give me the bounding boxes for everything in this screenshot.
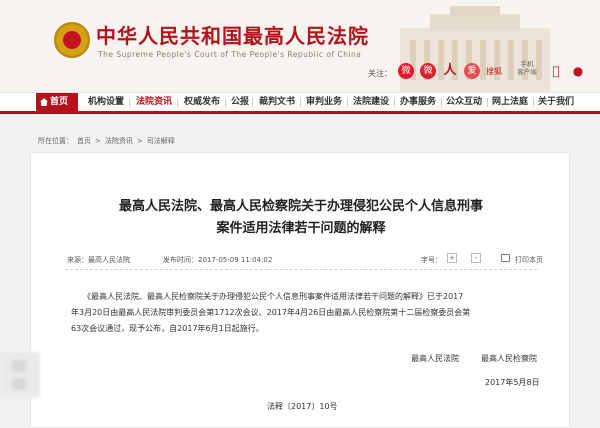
- font-decrease-button[interactable]: -: [471, 253, 481, 263]
- breadcrumb-location-label: 所在位置：: [38, 137, 73, 145]
- article-source: 来源：最高人民法院: [67, 256, 130, 264]
- signatory-procuratorate: 最高人民检察院: [481, 354, 537, 363]
- nav-home[interactable]: 首页: [36, 93, 78, 112]
- sohu-link[interactable]: 搜狐: [486, 67, 502, 77]
- font-size-label: 字号：: [421, 256, 442, 264]
- nav-trial-business[interactable]: 审判业务: [306, 93, 342, 112]
- mobile-client-label: 手机 客户端: [517, 60, 537, 76]
- weibo-icon[interactable]: 微: [398, 63, 414, 79]
- main-nav: 首页 机构设置 法院资讯 权威发布 公报 裁判文书 审判业务 法院建设 办事服务…: [0, 92, 600, 114]
- ai-icon[interactable]: 爱: [464, 63, 480, 79]
- font-increase-button[interactable]: +: [447, 253, 457, 263]
- nav-judgments[interactable]: 裁判文书: [259, 93, 295, 112]
- breadcrumb-court-news[interactable]: 法院资讯: [105, 137, 133, 145]
- floating-side-widget[interactable]: [0, 352, 40, 398]
- national-emblem-icon[interactable]: [54, 22, 90, 58]
- issue-date: 2017年5月8日: [485, 378, 540, 387]
- breadcrumb-separator: >: [95, 137, 101, 145]
- nav-about-us[interactable]: 关于我们: [538, 93, 574, 112]
- site-title[interactable]: 中华人民共和国最高人民法院: [96, 20, 369, 49]
- home-icon: [40, 98, 48, 106]
- side-widget-icon: [12, 378, 26, 390]
- breadcrumb-judicial-interpretation[interactable]: 司法解释: [147, 137, 175, 145]
- document-number: 法释〔2017〕10号: [267, 402, 338, 411]
- nav-court-construction[interactable]: 法院建设: [353, 93, 389, 112]
- nav-services[interactable]: 办事服务: [400, 93, 436, 112]
- nav-divider: [177, 98, 178, 107]
- print-page-link[interactable]: 打印本页: [515, 255, 543, 265]
- nav-public-interaction[interactable]: 公众互动: [446, 93, 482, 112]
- nav-institution[interactable]: 机构设置: [88, 93, 124, 112]
- site-subtitle: The Supreme People's Court of The People…: [98, 50, 362, 59]
- printer-icon[interactable]: [501, 254, 510, 262]
- nav-divider: [533, 98, 534, 107]
- nav-divider: [129, 98, 130, 107]
- signatory-court: 最高人民法院: [411, 354, 459, 363]
- nav-divider: [225, 98, 226, 107]
- apple-icon[interactable]: : [548, 63, 564, 79]
- nav-divider: [487, 98, 488, 107]
- article-paragraph: 年3月20日由最高人民法院审判委员会第1712次会议、2017年4月26日由最高…: [71, 308, 471, 317]
- breadcrumb-separator: >: [136, 137, 143, 145]
- meta-divider: [65, 269, 537, 270]
- nav-authoritative-release[interactable]: 权威发布: [184, 93, 220, 112]
- article-title-line2: 案件适用法律若干问题的解释: [216, 221, 386, 236]
- article-paragraph: 《最高人民法院、最高人民检察院关于办理侵犯公民个人信息刑事案件适用法律若干问题的…: [83, 292, 464, 301]
- nav-gazette[interactable]: 公报: [231, 93, 249, 112]
- article-paragraph: 63次会议通过，现予公布，自2017年6月1日起施行。: [71, 324, 264, 333]
- people-daily-icon[interactable]: 人: [442, 63, 458, 79]
- android-icon[interactable]: ●: [570, 63, 586, 79]
- nav-home-label: 首页: [50, 97, 69, 107]
- breadcrumb-home[interactable]: 首页: [77, 137, 91, 145]
- breadcrumb: 所在位置： 首页 > 法院资讯 > 司法解释: [38, 136, 179, 146]
- nav-divider: [347, 98, 348, 107]
- article-card: 最高人民法院、最高人民检察院关于办理侵犯公民个人信息刑事 案件适用法律若干问题的…: [30, 152, 570, 428]
- nav-divider: [441, 98, 442, 107]
- follow-label: 关注：: [368, 69, 392, 78]
- site-header: 中华人民共和国最高人民法院 The Supreme People's Court…: [0, 0, 600, 92]
- nav-divider: [300, 98, 301, 107]
- nav-divider: [252, 98, 253, 107]
- article-title-line1: 最高人民法院、最高人民检察院关于办理侵犯公民个人信息刑事: [118, 199, 483, 214]
- nav-online-court[interactable]: 网上法庭: [492, 93, 528, 112]
- mobile-client-link[interactable]: 手机 客户端: [514, 60, 540, 76]
- wechat-icon[interactable]: 微: [420, 63, 436, 79]
- side-widget-icon: [12, 360, 26, 372]
- nav-divider: [394, 98, 395, 107]
- article-publish-time: 发布时间：2017-05-09 11:04:02: [163, 256, 273, 264]
- nav-court-news[interactable]: 法院资讯: [136, 93, 172, 112]
